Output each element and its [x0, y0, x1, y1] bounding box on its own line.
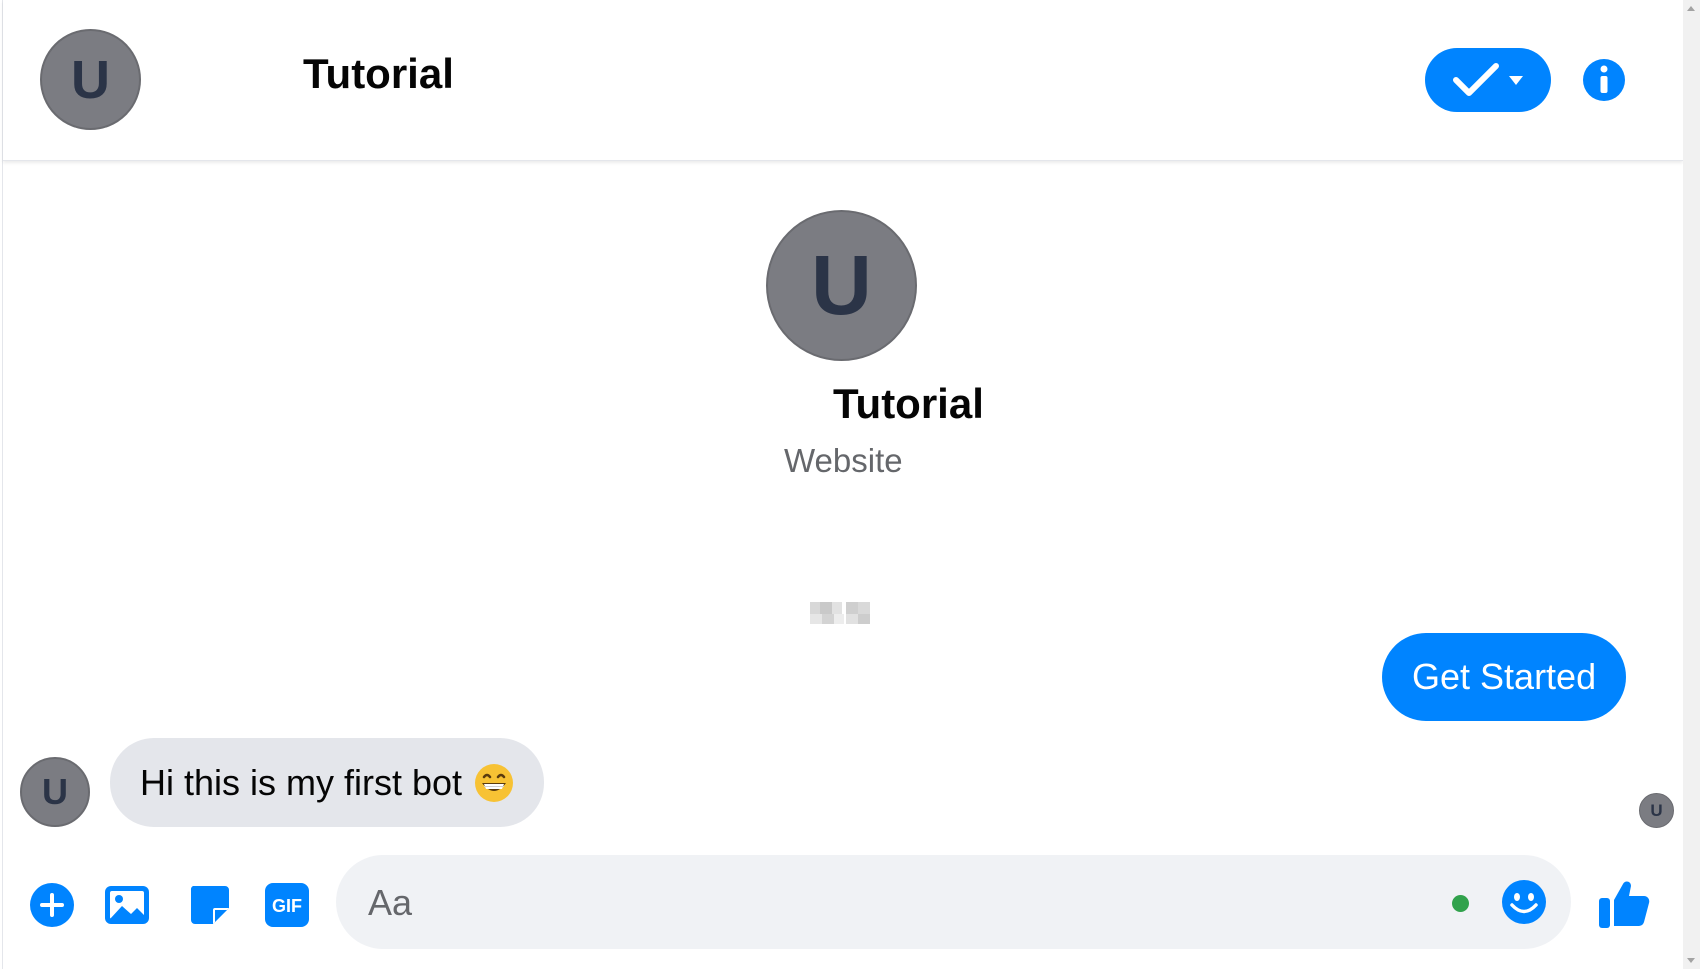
profile-name: Tutorial	[833, 380, 984, 427]
scroll-down-arrow-icon[interactable]	[1687, 958, 1695, 963]
sender-avatar-letter: U	[42, 771, 68, 812]
status-toggle-button[interactable]	[1425, 48, 1551, 112]
incoming-message-text: Hi this is my first bot	[140, 761, 463, 803]
message-input[interactable]	[366, 855, 1430, 951]
outgoing-message-text: Get Started	[1412, 656, 1597, 697]
info-icon[interactable]	[1582, 58, 1626, 102]
plus-icon[interactable]	[27, 880, 77, 930]
messenger-window: U Tutorial U Tutorial Website Get Starte…	[0, 0, 1700, 969]
seen-indicator-avatar: U	[1639, 793, 1674, 828]
grinning-face-emoji-icon	[475, 763, 514, 802]
online-status-dot	[1452, 895, 1469, 912]
header-avatar[interactable]: U	[40, 29, 141, 130]
header-title[interactable]: Tutorial	[303, 50, 454, 98]
profile-avatar-letter: U	[811, 238, 872, 332]
chat-header: U Tutorial	[3, 0, 1683, 161]
incoming-message[interactable]: Hi this is my first bot	[110, 738, 545, 827]
thumbs-up-icon[interactable]	[1596, 876, 1652, 932]
smiley-icon[interactable]	[1500, 878, 1548, 926]
outgoing-message[interactable]: Get Started	[1382, 633, 1627, 721]
sticker-icon[interactable]	[185, 880, 235, 930]
vertical-scrollbar[interactable]	[1683, 0, 1700, 969]
header-avatar-letter: U	[71, 49, 110, 110]
caret-down-icon	[1509, 76, 1523, 85]
gif-icon: GIF	[265, 883, 309, 927]
sender-avatar[interactable]: U	[20, 757, 90, 827]
gif-button[interactable]: GIF	[262, 880, 312, 930]
photo-icon[interactable]	[102, 880, 152, 930]
message-input-wrapper	[336, 855, 1571, 951]
check-icon	[1453, 63, 1499, 96]
seen-indicator-letter: U	[1650, 800, 1663, 820]
message-composer: GIF	[3, 850, 1683, 969]
gif-label: GIF	[272, 896, 302, 916]
profile-avatar: U	[766, 210, 917, 361]
scroll-up-arrow-icon[interactable]	[1687, 6, 1695, 11]
timestamp-blurred	[810, 602, 870, 624]
profile-subtitle: Website	[784, 442, 903, 479]
